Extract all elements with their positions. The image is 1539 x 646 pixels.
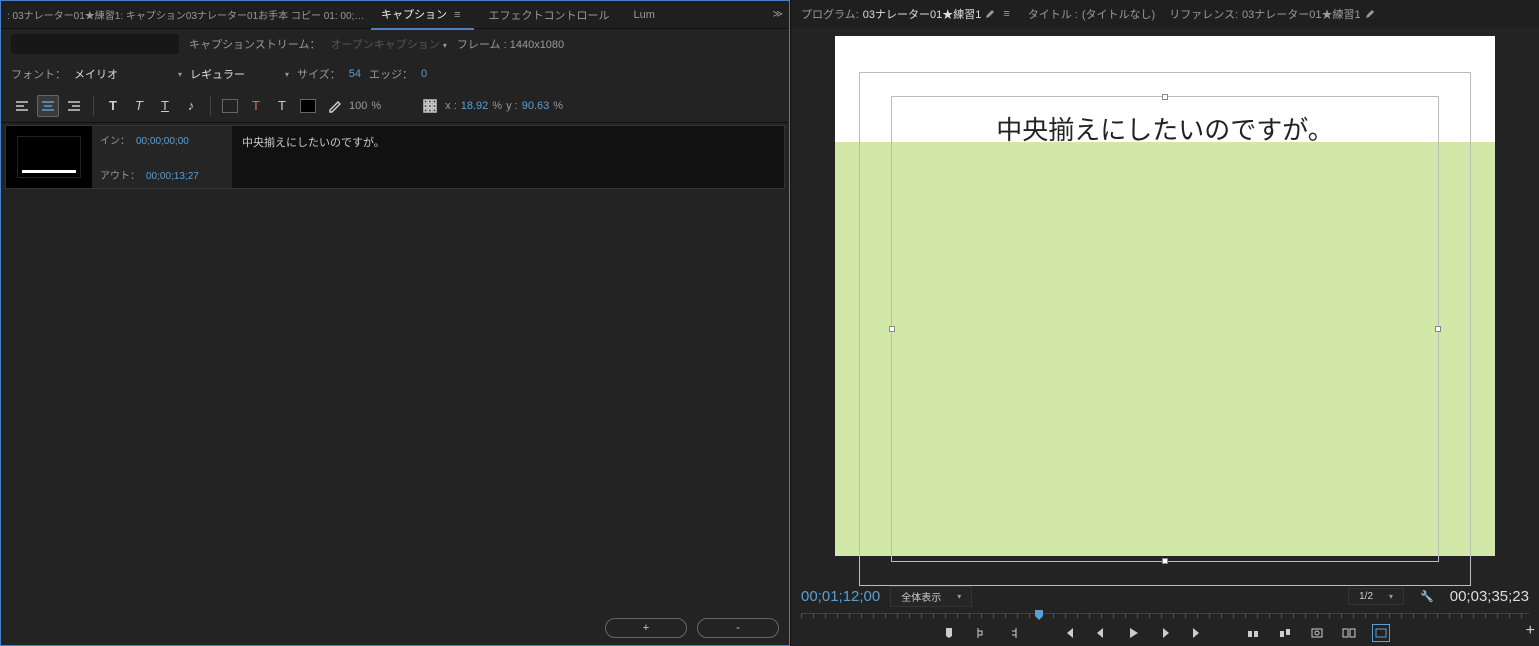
comparison-view-button[interactable] bbox=[1340, 624, 1358, 642]
y-label: y : bbox=[506, 100, 518, 112]
font-weight-dropdown[interactable]: レギュラー▾ bbox=[190, 66, 289, 82]
caption-overlay-text: 中央揃えにしたいのですが。 bbox=[835, 110, 1495, 147]
in-timecode[interactable]: 00;00;00;00 bbox=[136, 136, 189, 147]
safe-margin-inner bbox=[891, 96, 1439, 562]
size-label: サイズ： bbox=[297, 66, 341, 82]
opacity-unit: % bbox=[371, 100, 381, 112]
source-title: : 03ナレーター01★練習1: キャプション03ナレーター01お手本 コピー … bbox=[7, 7, 367, 22]
right-tab-bar: プログラム: 03ナレーター01★練習1 ≡ タイトル : (タイトルなし) リ… bbox=[791, 0, 1539, 28]
in-label: イン： bbox=[100, 136, 130, 147]
extract-button[interactable] bbox=[1276, 624, 1294, 642]
tab-effect-controls[interactable]: エフェクトコントロール bbox=[478, 1, 619, 29]
monitor-wrap: 中央揃えにしたいのですが。 bbox=[791, 28, 1539, 582]
go-to-out-button[interactable] bbox=[1188, 624, 1206, 642]
caption-list: イン： 00;00;00;00 アウト： 00;00;13;27 中央揃えにしたいの… bbox=[1, 123, 789, 611]
out-point-button[interactable] bbox=[1004, 624, 1022, 642]
timecode-column: イン： 00;00;00;00 アウト： 00;00;13;27 bbox=[92, 126, 232, 188]
program-monitor[interactable]: 中央揃えにしたいのですが。 bbox=[835, 36, 1495, 556]
edge-value[interactable]: 0 bbox=[421, 68, 427, 80]
caption-footer: + - bbox=[1, 611, 789, 645]
lift-button[interactable] bbox=[1244, 624, 1262, 642]
separator bbox=[93, 96, 94, 116]
edge-label: エッジ： bbox=[369, 66, 413, 82]
size-value[interactable]: 54 bbox=[349, 68, 361, 80]
underline-button[interactable]: T bbox=[154, 95, 176, 117]
go-to-in-button[interactable] bbox=[1060, 624, 1078, 642]
separator bbox=[210, 96, 211, 116]
font-label: フォント： bbox=[11, 66, 66, 82]
selection-handle[interactable] bbox=[889, 326, 895, 332]
monitor-controls: 00;01;12;00 全体表示▾ 1/2▾ 🔧 00;03;35;23 bbox=[791, 582, 1539, 646]
align-right-button[interactable] bbox=[63, 95, 85, 117]
frame-label: フレーム : 1440x1080 bbox=[457, 36, 564, 52]
safe-margins-button[interactable] bbox=[1372, 624, 1390, 642]
time-ruler[interactable] bbox=[801, 613, 1529, 618]
control-top-row: 00;01;12;00 全体表示▾ 1/2▾ 🔧 00;03;35;23 bbox=[791, 582, 1539, 611]
stream-label: キャプションストリーム： bbox=[189, 36, 320, 52]
out-timecode[interactable]: 00;00;13;27 bbox=[146, 171, 199, 182]
tab-caption[interactable]: キャプション ≡ bbox=[371, 0, 474, 30]
captions-panel: : 03ナレーター01★練習1: キャプション03ナレーター01お手本 コピー … bbox=[0, 0, 790, 646]
add-caption-button[interactable]: + bbox=[605, 618, 687, 638]
caption-toolbar: T T T ♪ T T 100 % x : 18.92 % y : 90.63 … bbox=[1, 89, 789, 123]
expand-icon[interactable]: ≫ bbox=[773, 9, 783, 20]
selection-handle[interactable] bbox=[1435, 326, 1441, 332]
in-point-button[interactable] bbox=[972, 624, 990, 642]
zoom-dropdown[interactable]: 全体表示▾ bbox=[890, 586, 972, 607]
bold-button[interactable]: T bbox=[102, 95, 124, 117]
tab-lumetri[interactable]: Lum bbox=[623, 3, 664, 27]
edit-icon[interactable] bbox=[1365, 9, 1375, 19]
selection-handle[interactable] bbox=[1162, 94, 1168, 100]
position-grid-button[interactable] bbox=[419, 95, 441, 117]
x-label: x : bbox=[445, 100, 457, 112]
bg-color-button[interactable] bbox=[219, 95, 241, 117]
marker-button[interactable] bbox=[940, 624, 958, 642]
tab-title[interactable]: タイトル : (タイトルなし) bbox=[1028, 6, 1155, 22]
italic-button[interactable]: T bbox=[128, 95, 150, 117]
align-left-button[interactable] bbox=[11, 95, 33, 117]
x-value[interactable]: 18.92 bbox=[461, 100, 489, 112]
tab-program[interactable]: プログラム: 03ナレーター01★練習1 ≡ bbox=[801, 6, 1014, 22]
x-unit: % bbox=[492, 100, 502, 112]
opacity-value[interactable]: 100 bbox=[349, 100, 367, 112]
caption-thumbnail bbox=[6, 126, 92, 188]
text-color-button[interactable]: T bbox=[245, 95, 267, 117]
stream-dropdown[interactable]: オープンキャプション ▾ bbox=[330, 36, 446, 52]
music-note-button[interactable]: ♪ bbox=[180, 95, 202, 117]
current-timecode[interactable]: 00;01;12;00 bbox=[801, 588, 880, 605]
step-forward-button[interactable] bbox=[1156, 624, 1174, 642]
add-button-right[interactable]: + bbox=[1526, 622, 1535, 640]
panel-menu-icon[interactable]: ≡ bbox=[999, 8, 1013, 20]
edit-icon[interactable] bbox=[985, 9, 995, 19]
play-button[interactable] bbox=[1124, 624, 1142, 642]
out-label: アウト： bbox=[100, 171, 140, 182]
font-dropdown[interactable]: メイリオ▾ bbox=[74, 66, 182, 82]
program-monitor-panel: プログラム: 03ナレーター01★練習1 ≡ タイトル : (タイトルなし) リ… bbox=[790, 0, 1539, 646]
fill-swatch[interactable] bbox=[297, 95, 319, 117]
resolution-dropdown[interactable]: 1/2▾ bbox=[1348, 588, 1404, 605]
caption-text-field[interactable]: 中央揃えにしたいのですが。 bbox=[232, 126, 784, 188]
search-input[interactable] bbox=[11, 34, 179, 54]
export-frame-button[interactable] bbox=[1308, 624, 1326, 642]
tab-reference[interactable]: リファレンス: 03ナレーター01★練習1 bbox=[1169, 6, 1374, 22]
tab-caption-label: キャプション bbox=[381, 9, 447, 21]
wrench-icon[interactable]: 🔧 bbox=[1420, 590, 1434, 603]
search-row: キャプションストリーム： オープンキャプション ▾ フレーム : 1440x10… bbox=[1, 29, 789, 59]
caption-row[interactable]: イン： 00;00;00;00 アウト： 00;00;13;27 中央揃えにしたいの… bbox=[5, 125, 785, 189]
align-center-button[interactable] bbox=[37, 95, 59, 117]
transport-controls bbox=[791, 620, 1539, 646]
left-tab-bar: : 03ナレーター01★練習1: キャプション03ナレーター01お手本 コピー … bbox=[1, 1, 789, 29]
selection-handle[interactable] bbox=[1162, 558, 1168, 564]
remove-caption-button[interactable]: - bbox=[697, 618, 779, 638]
eyedropper-button[interactable] bbox=[323, 95, 345, 117]
playhead[interactable] bbox=[1035, 610, 1043, 620]
step-back-button[interactable] bbox=[1092, 624, 1110, 642]
panel-menu-icon[interactable]: ≡ bbox=[450, 9, 464, 21]
y-value[interactable]: 90.63 bbox=[522, 100, 550, 112]
stroke-button[interactable]: T bbox=[271, 95, 293, 117]
y-unit: % bbox=[553, 100, 563, 112]
font-row: フォント： メイリオ▾ レギュラー▾ サイズ： 54 エッジ： 0 bbox=[1, 59, 789, 89]
duration-timecode: 00;03;35;23 bbox=[1450, 588, 1529, 605]
